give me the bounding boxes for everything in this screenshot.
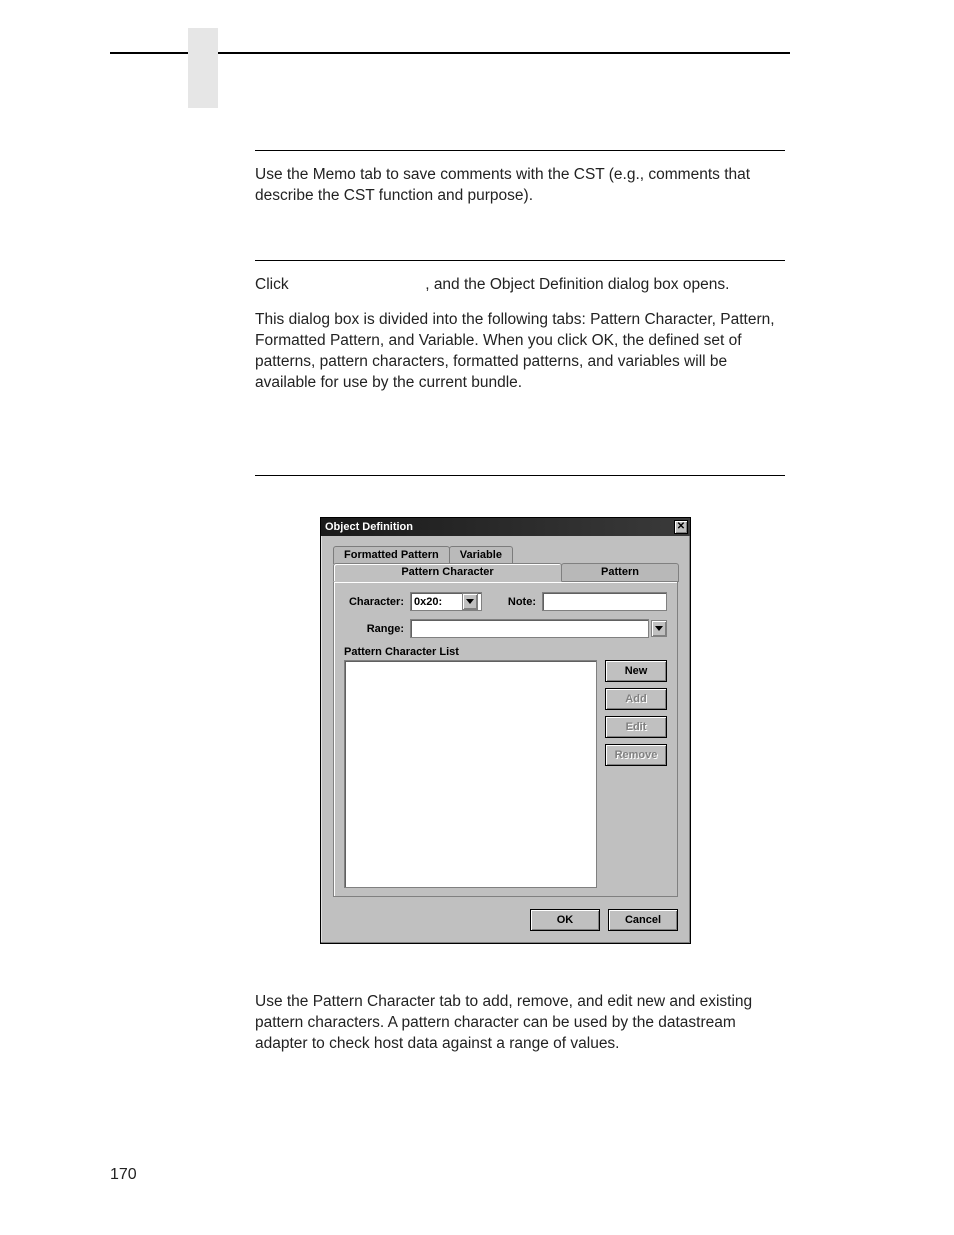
pattern-char-listbox[interactable] — [344, 660, 597, 888]
section-memo: Use the Memo tab to save comments with t… — [255, 150, 785, 207]
new-button[interactable]: New — [605, 660, 667, 682]
character-value: 0x20: — [414, 596, 442, 608]
section-dialog-figure — [255, 475, 785, 490]
chevron-down-icon[interactable] — [462, 593, 478, 610]
character-label: Character: — [344, 596, 404, 608]
dialog-title: Object Definition — [325, 521, 413, 533]
range-input[interactable] — [410, 619, 649, 638]
objdef-intro-p2: This dialog box is divided into the foll… — [255, 310, 785, 394]
section-objdef-intro: Click , and the Object Definition dialog… — [255, 260, 785, 394]
section-rule — [255, 260, 785, 261]
pattern-char-list-label: Pattern Character List — [344, 646, 667, 658]
header-rule-left — [110, 52, 188, 54]
section-pattern-char-desc: Use the Pattern Character tab to add, re… — [255, 992, 785, 1055]
tabs-back-row: Formatted Pattern Variable — [333, 546, 678, 564]
chevron-down-icon — [655, 626, 663, 631]
tab-formatted-pattern[interactable]: Formatted Pattern — [333, 546, 450, 564]
note-label: Note: — [492, 596, 536, 608]
object-definition-dialog: Object Definition ✕ Formatted Pattern Va… — [320, 517, 691, 944]
tab-variable[interactable]: Variable — [449, 546, 513, 564]
objdef-intro-p1: Click , and the Object Definition dialog… — [255, 275, 785, 296]
cancel-button[interactable]: Cancel — [608, 909, 678, 931]
character-combo[interactable]: 0x20: — [410, 592, 482, 611]
section-rule — [255, 150, 785, 151]
edit-button[interactable]: Edit — [605, 716, 667, 738]
page-number: 170 — [110, 1166, 137, 1184]
tab-pattern[interactable]: Pattern — [561, 563, 679, 582]
header-tab-marker — [188, 28, 218, 108]
tab-pattern-character[interactable]: Pattern Character — [333, 563, 562, 582]
section-rule — [255, 475, 785, 476]
pattern-char-desc-paragraph: Use the Pattern Character tab to add, re… — [255, 992, 785, 1055]
close-icon: ✕ — [677, 522, 685, 532]
dialog-titlebar: Object Definition ✕ — [321, 518, 690, 536]
note-input[interactable] — [542, 592, 667, 611]
close-button[interactable]: ✕ — [674, 520, 688, 534]
remove-button[interactable]: Remove — [605, 744, 667, 766]
range-dropdown-button[interactable] — [651, 620, 667, 637]
text-fragment: , and the Object Definition dialog box o… — [425, 276, 729, 293]
ok-button[interactable]: OK — [530, 909, 600, 931]
header-rule-right — [218, 52, 790, 54]
tab-panel: Character: 0x20: Note: Range: — [333, 581, 678, 897]
tabs-front-row: Pattern Character Pattern — [333, 563, 678, 582]
text-fragment: Click — [255, 276, 293, 293]
memo-paragraph: Use the Memo tab to save comments with t… — [255, 165, 785, 207]
add-button[interactable]: Add — [605, 688, 667, 710]
range-label: Range: — [344, 623, 404, 635]
